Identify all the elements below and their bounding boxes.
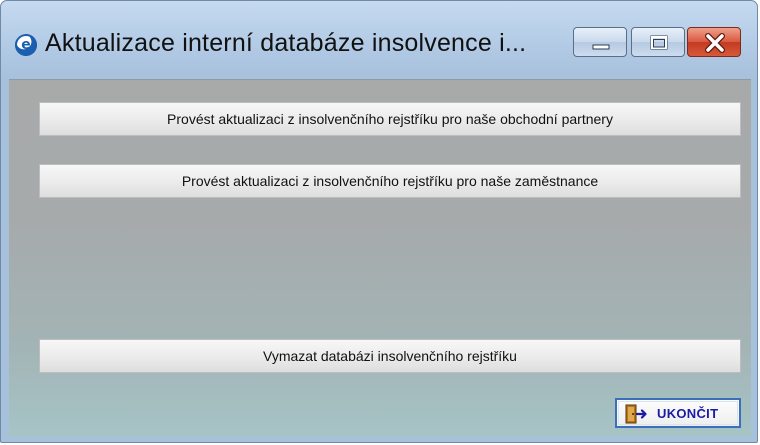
dialog-body: Provést aktualizaci z insolvenčního rejs… xyxy=(9,79,751,437)
app-icon-glyph: e xyxy=(21,37,31,53)
title-bar[interactable]: e Aktualizace interní databáze insolvenc… xyxy=(1,1,757,79)
maximize-icon xyxy=(650,35,668,50)
update-partners-button[interactable]: Provést aktualizaci z insolvenčního rejs… xyxy=(39,102,741,136)
exit-door-icon xyxy=(625,404,647,424)
app-e-icon: e xyxy=(15,34,37,56)
maximize-button[interactable] xyxy=(631,27,685,57)
update-employees-button[interactable]: Provést aktualizaci z insolvenčního rejs… xyxy=(39,164,741,198)
exit-button[interactable]: UKONČIT xyxy=(615,398,741,428)
window-title: Aktualizace interní databáze insolvence … xyxy=(45,29,527,57)
app-window: e Aktualizace interní databáze insolvenc… xyxy=(0,0,758,443)
delete-database-button[interactable]: Vymazat databázi insolvenčního rejstříku xyxy=(39,339,741,373)
exit-button-label: UKONČIT xyxy=(657,406,719,421)
close-button[interactable] xyxy=(687,27,741,57)
close-icon xyxy=(705,33,725,53)
minimize-button[interactable] xyxy=(573,27,627,57)
minimize-icon xyxy=(592,44,610,50)
